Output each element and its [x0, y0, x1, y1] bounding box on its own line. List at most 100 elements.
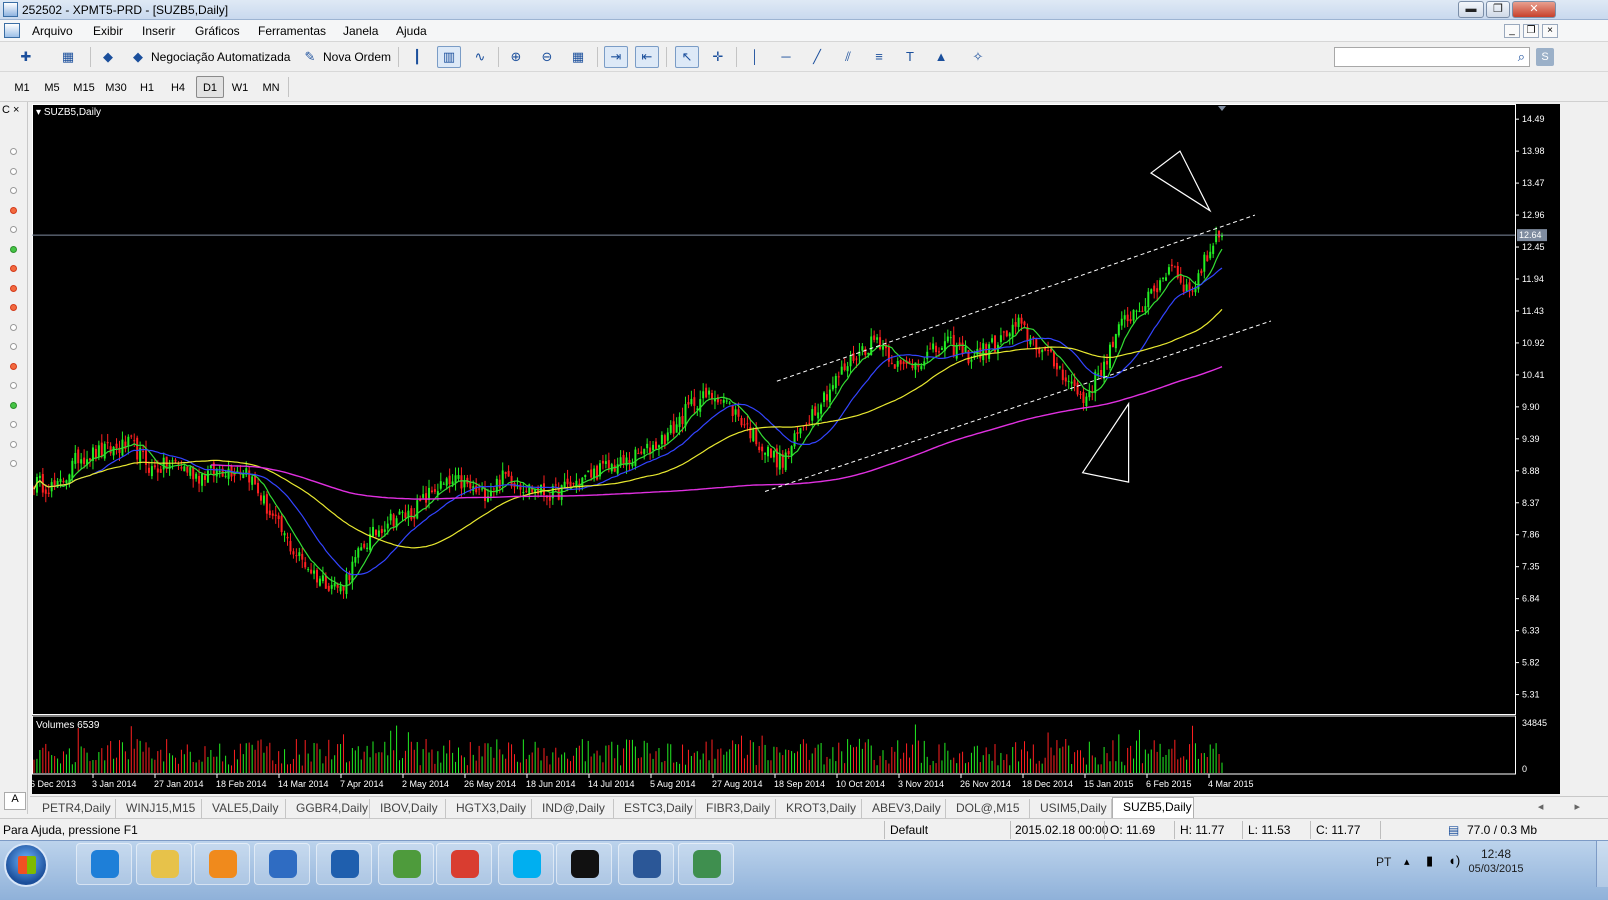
new-order-button[interactable]: Nova Ordem — [323, 50, 391, 64]
auto-trading-button[interactable]: Negociação Automatizada — [151, 50, 290, 64]
taskbar-xp-investimentos[interactable] — [556, 843, 612, 885]
trendline-icon[interactable]: ╱ — [805, 46, 829, 68]
timeframe-m1[interactable]: M1 — [8, 76, 36, 98]
panel-item-1[interactable] — [10, 167, 17, 175]
candlestick-chart-icon[interactable]: ▥ — [437, 46, 461, 68]
chart-tab-5[interactable]: HGTX3,Daily — [446, 799, 532, 818]
show-desktop-button[interactable] — [1596, 841, 1608, 887]
timeframe-m15[interactable]: M15 — [70, 76, 98, 98]
menu-janela[interactable]: Janela — [343, 24, 378, 38]
menu-graficos[interactable]: Gráficos — [195, 24, 240, 38]
menu-exibir[interactable]: Exibir — [93, 24, 123, 38]
panel-item-16[interactable] — [10, 460, 17, 467]
triangle-icon[interactable]: ▲ — [929, 46, 953, 68]
bar-chart-icon[interactable]: ┃ — [405, 46, 429, 68]
taskbar-internet-explorer[interactable] — [76, 843, 132, 885]
menu-inserir[interactable]: Inserir — [142, 24, 175, 38]
chart-tab-3[interactable]: GGBR4,Daily — [286, 799, 370, 818]
timeframe-m5[interactable]: M5 — [38, 76, 66, 98]
network-icon[interactable]: ▮ — [1426, 853, 1433, 869]
horizontal-line-icon[interactable]: ─ — [774, 46, 798, 68]
signals-icon[interactable]: S — [1536, 48, 1554, 66]
connection-icon[interactable]: ▤ — [1448, 823, 1459, 837]
chart-shift-icon[interactable]: ⇤ — [635, 46, 659, 68]
new-chart-icon[interactable]: ✚ — [8, 46, 44, 68]
taskbar-skype[interactable] — [498, 843, 554, 885]
panel-item-4[interactable] — [10, 226, 17, 233]
profiles-icon[interactable]: ▦ — [50, 46, 86, 68]
timeframe-mn[interactable]: MN — [257, 76, 285, 98]
menu-ajuda[interactable]: Ajuda — [396, 24, 427, 38]
panel-item-10[interactable] — [10, 343, 17, 350]
new-order-icon[interactable]: ✎ — [298, 46, 322, 68]
panel-item-8[interactable] — [10, 304, 17, 311]
tile-windows-icon[interactable]: ▦ — [566, 46, 590, 68]
chart-tab-12[interactable]: USIM5,Daily — [1030, 799, 1112, 818]
crosshair-icon[interactable]: ✛ — [706, 46, 730, 68]
timeframe-h4[interactable]: H4 — [164, 76, 192, 98]
search-icon[interactable]: ⌕ — [1518, 49, 1525, 65]
equidistant-channel-icon[interactable]: ⫽ — [836, 46, 860, 68]
tab-scroll-arrows[interactable]: ◂ ▸ — [1538, 800, 1594, 813]
mdi-close-button[interactable]: × — [1542, 24, 1558, 38]
price-chart[interactable]: 14.49 13.98 13.47 12.96 12.45 11.94 11.43 10.92… — [32, 104, 1560, 794]
cursor-icon[interactable]: ↖ — [675, 46, 699, 68]
chart-tab-11[interactable]: DOL@,M15 — [946, 799, 1030, 818]
taskbar-media-player[interactable] — [194, 843, 250, 885]
chart-tab-13[interactable]: SUZB5,Daily — [1112, 797, 1194, 818]
panel-item-0[interactable] — [10, 148, 17, 155]
taskbar-shared-folder[interactable] — [378, 843, 434, 885]
taskbar-chrome[interactable] — [436, 843, 492, 885]
vertical-line-icon[interactable]: │ — [743, 46, 767, 68]
chart-tab-2[interactable]: VALE5,Daily — [202, 799, 286, 818]
panel-item-5[interactable] — [10, 245, 17, 253]
chart-tab-6[interactable]: IND@,Daily — [532, 799, 614, 818]
panel-item-2[interactable] — [10, 187, 17, 194]
chart-tab-4[interactable]: IBOV,Daily — [370, 799, 446, 818]
menu-arquivo[interactable]: Arquivo — [32, 24, 73, 38]
panel-item-3[interactable] — [10, 206, 17, 214]
panel-item-11[interactable] — [10, 362, 17, 370]
text-icon[interactable]: T — [898, 46, 922, 68]
panel-item-7[interactable] — [10, 284, 17, 292]
more-objects-icon[interactable]: ✧ — [960, 46, 996, 68]
clock-time[interactable]: 12:48 — [1466, 847, 1526, 861]
language-indicator[interactable]: PT — [1376, 855, 1391, 869]
timeframe-h1[interactable]: H1 — [133, 76, 161, 98]
fibonacci-icon[interactable]: ≡ — [867, 46, 891, 68]
start-button[interactable] — [4, 843, 48, 887]
panel-tab[interactable]: A — [4, 792, 26, 810]
chart-tab-7[interactable]: ESTC3,Daily — [614, 799, 696, 818]
auto-trading-robot-icon[interactable]: ◆ — [126, 46, 150, 68]
panel-item-15[interactable] — [10, 440, 17, 448]
timeframe-w1[interactable]: W1 — [226, 76, 254, 98]
zoom-in-icon[interactable]: ⊕ — [504, 46, 528, 68]
minimize-button[interactable]: ▬ — [1458, 1, 1484, 18]
panel-item-13[interactable] — [10, 401, 17, 409]
menu-ferramentas[interactable]: Ferramentas — [258, 24, 326, 38]
taskbar-word[interactable] — [618, 843, 674, 885]
chart-tab-8[interactable]: FIBR3,Daily — [696, 799, 776, 818]
chart-tab-9[interactable]: KROT3,Daily — [776, 799, 862, 818]
panel-header[interactable]: C × — [2, 104, 19, 116]
zoom-out-icon[interactable]: ⊖ — [535, 46, 559, 68]
autoscroll-icon[interactable]: ⇥ — [604, 46, 628, 68]
taskbar-hp-utility[interactable] — [316, 843, 372, 885]
panel-item-6[interactable] — [10, 265, 17, 272]
mdi-restore-button[interactable]: ❐ — [1523, 24, 1539, 38]
mdi-minimize-button[interactable]: _ — [1504, 24, 1520, 38]
clock-date[interactable]: 05/03/2015 — [1458, 863, 1534, 875]
chart-canvas[interactable]: 14.49 13.98 13.47 12.96 12.45 11.94 11.43 10.92… — [32, 104, 1560, 794]
search-input[interactable]: ⌕ — [1334, 47, 1530, 67]
panel-item-14[interactable] — [10, 421, 17, 428]
timeframe-m30[interactable]: M30 — [102, 76, 130, 98]
chart-tab-10[interactable]: ABEV3,Daily — [862, 799, 946, 818]
auto-trading-icon[interactable]: ◆ — [96, 46, 120, 68]
chart-tab-0[interactable]: PETR4,Daily — [32, 799, 116, 818]
show-hidden-icons-icon[interactable]: ▴ — [1404, 855, 1410, 868]
restore-button[interactable]: ❐ — [1486, 1, 1510, 18]
taskbar-metatrader[interactable] — [678, 843, 734, 885]
taskbar-remote-desktop[interactable] — [254, 843, 310, 885]
line-chart-icon[interactable]: ∿ — [468, 46, 492, 68]
chart-tab-1[interactable]: WINJ15,M15 — [116, 799, 202, 818]
